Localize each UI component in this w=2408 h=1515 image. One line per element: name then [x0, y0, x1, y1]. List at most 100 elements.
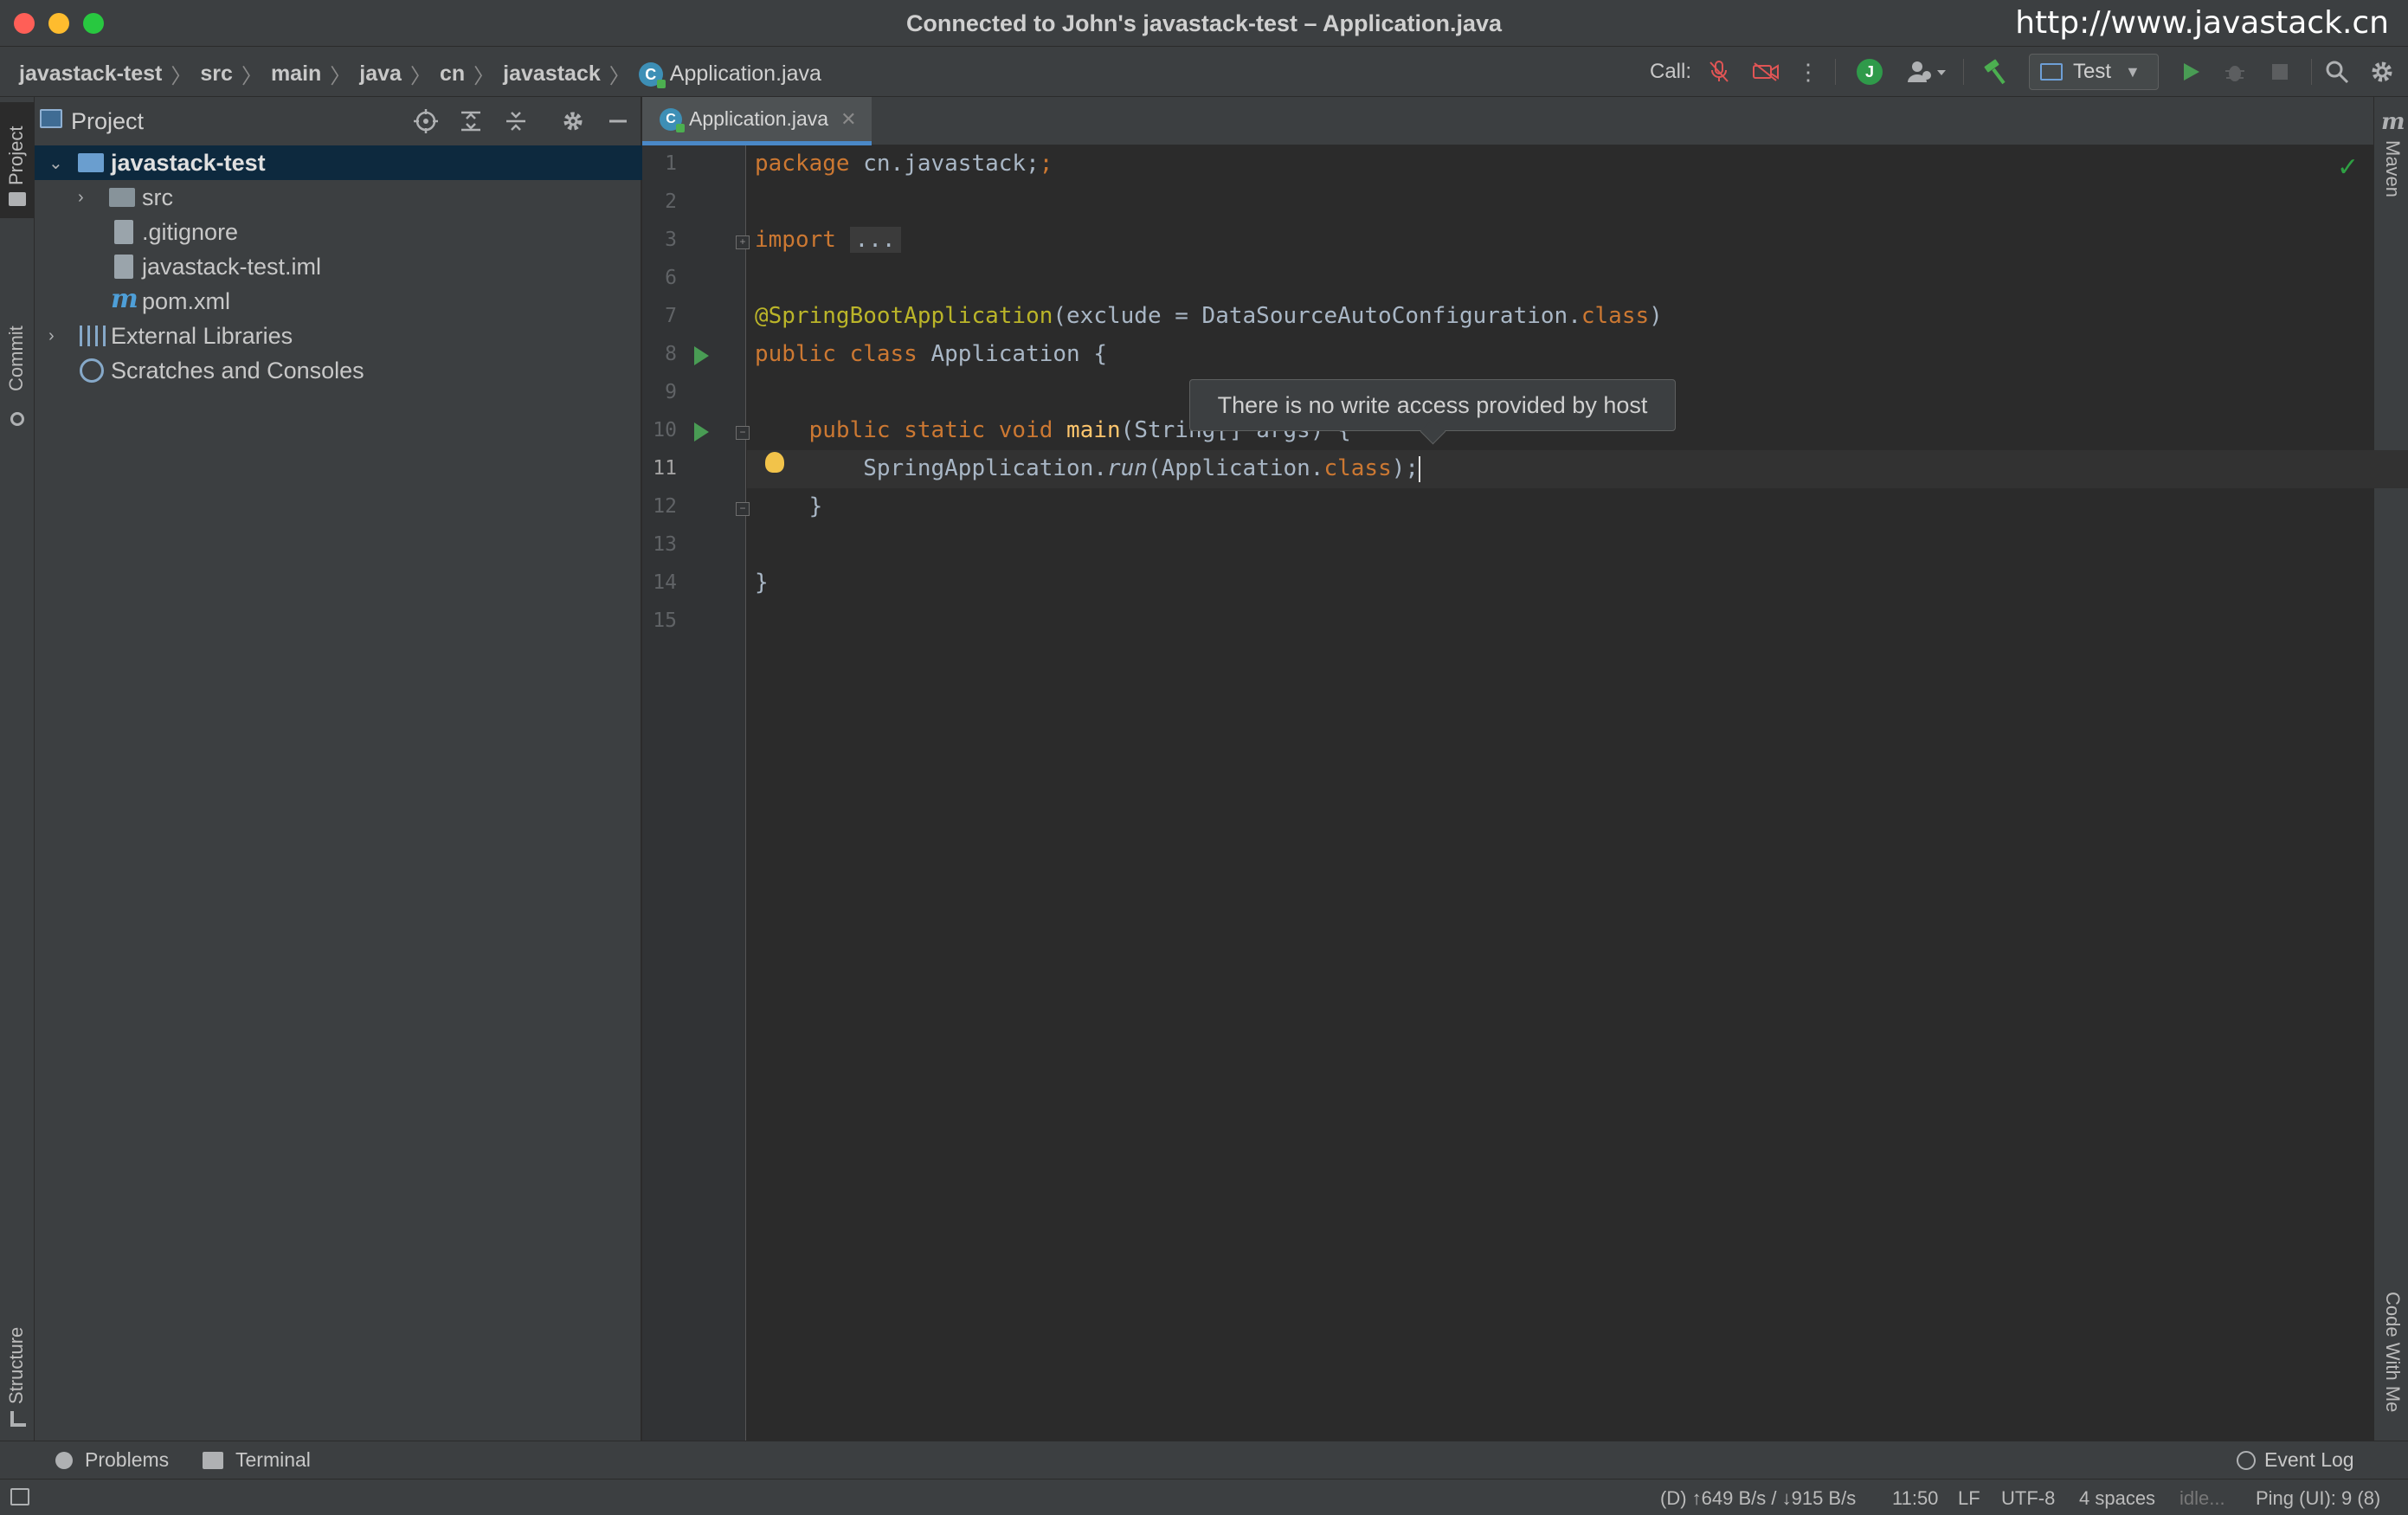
gear-icon[interactable]: [557, 106, 589, 137]
tree-item-pom[interactable]: m pom.xml: [35, 284, 642, 319]
tool-window-maven[interactable]: m Maven: [2374, 109, 2408, 213]
breadcrumb-item[interactable]: cn: [440, 61, 465, 87]
code-line-14: }: [755, 570, 769, 596]
chevron-right-icon: 〉: [330, 65, 351, 88]
tree-item-iml[interactable]: javastack-test.iml: [35, 249, 642, 284]
toggle-tool-windows-icon[interactable]: [10, 1488, 29, 1505]
run-config-label: Test: [2073, 60, 2112, 83]
tree-item-label: javastack-test: [111, 149, 266, 176]
search-icon[interactable]: [2320, 55, 2354, 88]
chevron-down-icon[interactable]: ⌄: [48, 152, 63, 174]
line-number: 8: [665, 343, 677, 365]
line-number: 6: [665, 267, 677, 289]
run-config-icon: [2040, 63, 2063, 81]
breadcrumb-item[interactable]: java: [359, 61, 402, 87]
indent-setting[interactable]: 4 spaces: [2079, 1487, 2155, 1510]
structure-icon: [10, 1411, 26, 1427]
status-bar: (D) ↑649 B/s / ↓915 B/s 11:50 LF UTF-8 4…: [0, 1479, 2408, 1515]
chevron-right-icon[interactable]: ›: [48, 326, 55, 346]
breadcrumb-item[interactable]: main: [271, 61, 321, 87]
code-line-1: package cn.javastack;;: [755, 151, 1053, 177]
fold-collapse-icon[interactable]: −: [736, 426, 750, 440]
idle-status: idle...: [2179, 1487, 2225, 1509]
folder-icon: [9, 192, 26, 206]
breadcrumb-item[interactable]: src: [200, 61, 233, 87]
breadcrumb: javastack-test 〉 src 〉 main 〉 java 〉 cn …: [19, 59, 821, 89]
event-log-label: Event Log: [2264, 1448, 2354, 1471]
chevron-right-icon[interactable]: ›: [78, 188, 84, 208]
editor-gutter: 1 2 3 6 7 8 9 10 11 12 13 14 15 + − −: [642, 145, 750, 1441]
line-number: 9: [665, 381, 677, 403]
terminal-label: Terminal: [235, 1448, 311, 1471]
more-vertical-icon[interactable]: ⋮: [1795, 55, 1821, 88]
debug-icon[interactable]: [2219, 55, 2250, 88]
no-problems-check-icon[interactable]: ✓: [2337, 152, 2359, 183]
run-gutter-icon[interactable]: [694, 346, 709, 365]
breadcrumb-file[interactable]: Application.java: [670, 61, 821, 87]
code-with-me-tool-label: Code With Me: [2382, 1292, 2404, 1413]
tool-window-code-with-me[interactable]: Code With Me: [2374, 1292, 2408, 1430]
folded-imports[interactable]: ...: [849, 227, 901, 253]
project-panel-title[interactable]: Project: [71, 108, 144, 135]
fold-end-icon[interactable]: −: [736, 502, 750, 516]
terminal-tool-button[interactable]: Terminal: [203, 1448, 311, 1472]
tree-item-external-libraries[interactable]: › External Libraries: [35, 319, 642, 353]
write-access-tooltip: There is no write access provided by hos…: [1189, 379, 1676, 431]
tree-item-scratches[interactable]: Scratches and Consoles: [35, 353, 642, 388]
build-hammer-icon[interactable]: [1979, 55, 2010, 88]
collapse-all-icon[interactable]: [500, 106, 531, 137]
expand-all-icon[interactable]: [455, 106, 486, 137]
locate-file-icon[interactable]: [410, 106, 441, 137]
tree-item-label: javastack-test.iml: [142, 253, 322, 280]
project-tree: ⌄ javastack-test › src .gitignore javast…: [35, 145, 642, 388]
tree-item-javastack-test[interactable]: ⌄ javastack-test: [35, 145, 642, 180]
line-separator[interactable]: LF: [1958, 1487, 1980, 1510]
folder-icon: [109, 188, 135, 207]
file-encoding[interactable]: UTF-8: [2001, 1487, 2055, 1510]
avatar-icon[interactable]: J: [1854, 55, 1885, 88]
text-cursor: [1419, 455, 1421, 482]
mic-muted-icon[interactable]: [1703, 55, 1735, 88]
close-icon[interactable]: ✕: [840, 108, 856, 131]
project-view-icon: [40, 109, 62, 128]
gitignore-file-icon: [114, 220, 133, 244]
camera-off-icon[interactable]: [1748, 55, 1783, 88]
stop-icon[interactable]: [2264, 55, 2295, 88]
tab-application-java[interactable]: C Application.java ✕: [642, 97, 872, 145]
fold-expand-icon[interactable]: +: [736, 235, 750, 249]
module-folder-icon: [78, 153, 104, 172]
tree-item-gitignore[interactable]: .gitignore: [35, 215, 642, 249]
run-configuration-select[interactable]: Test ▼: [2029, 54, 2159, 90]
editor-tabs: C Application.java ✕: [642, 97, 2373, 145]
code-editor[interactable]: 1 2 3 6 7 8 9 10 11 12 13 14 15 + − − pa…: [642, 145, 2408, 1441]
run-icon[interactable]: [2176, 55, 2207, 88]
user-permissions-icon[interactable]: [1903, 55, 1951, 88]
code-line-7: @SpringBootApplication(exclude = DataSou…: [755, 303, 1663, 329]
line-number: 14: [653, 571, 677, 594]
run-gutter-icon[interactable]: [694, 422, 709, 442]
maven-tool-label: Maven: [2382, 140, 2404, 198]
code-line-3: import ...: [755, 227, 901, 253]
breadcrumb-item[interactable]: javastack-test: [19, 61, 162, 87]
chevron-right-icon: 〉: [241, 65, 262, 88]
breadcrumb-item[interactable]: javastack: [503, 61, 601, 87]
library-icon: [80, 326, 106, 346]
code-line-11: SpringApplication.run(Application.class)…: [863, 455, 1421, 482]
line-number-current: 11: [653, 457, 677, 480]
tree-item-src[interactable]: › src: [35, 180, 642, 215]
title-bar: Connected to John's javastack-test – App…: [0, 0, 2408, 47]
commit-icon: [10, 412, 24, 426]
problems-tool-button[interactable]: Problems: [55, 1448, 169, 1472]
tool-window-structure[interactable]: Structure: [0, 1300, 35, 1430]
warning-icon: [55, 1451, 73, 1469]
tool-window-project[interactable]: Project: [0, 102, 35, 218]
chevron-right-icon: 〉: [473, 65, 495, 88]
caret-position[interactable]: 11:50: [1892, 1487, 1938, 1510]
tool-window-commit[interactable]: Commit: [0, 227, 35, 435]
right-tool-strip: m Maven Code With Me: [2373, 97, 2408, 1441]
maven-file-icon: m: [111, 284, 138, 314]
settings-icon[interactable]: [2365, 55, 2399, 88]
line-number: 2: [665, 190, 677, 213]
hide-panel-icon[interactable]: [602, 106, 634, 137]
event-log-tool-button[interactable]: Event Log: [2237, 1448, 2354, 1472]
